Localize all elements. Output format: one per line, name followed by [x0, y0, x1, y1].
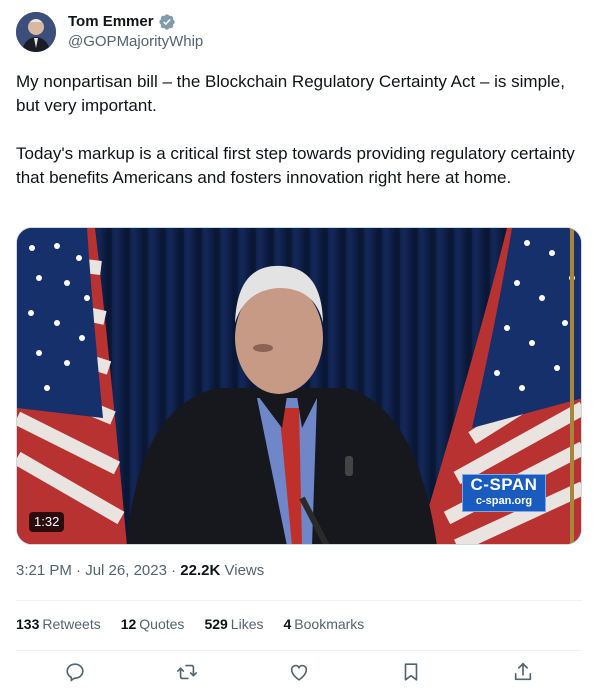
- video-duration-badge: 1:32: [29, 512, 65, 532]
- meta-separator: ·: [171, 562, 181, 579]
- engagement-stats: 133 Retweets 12 Quotes 529 Likes 4 Bookmarks: [16, 614, 364, 634]
- tweet-date[interactable]: Jul 26, 2023: [85, 562, 167, 579]
- tweet-meta: 3:21 PM · Jul 26, 2023 · 22.2K Views: [16, 561, 264, 581]
- likes-stat[interactable]: 529 Likes: [204, 614, 263, 634]
- divider: [16, 600, 582, 601]
- bookmarks-stat[interactable]: 4 Bookmarks: [283, 614, 364, 634]
- share-icon[interactable]: [511, 660, 535, 684]
- tweet-time[interactable]: 3:21 PM: [16, 562, 72, 579]
- tweet-paragraph-1: My nonpartisan bill – the Blockchain Reg…: [16, 72, 565, 115]
- meta-separator: ·: [76, 562, 86, 579]
- bookmark-icon[interactable]: [399, 660, 423, 684]
- handle[interactable]: @GOPMajorityWhip: [68, 32, 203, 52]
- video-player[interactable]: C-SPAN c-span.org 1:32: [16, 227, 582, 545]
- views-label: Views: [224, 562, 265, 579]
- views-count: 22.2K: [180, 562, 221, 579]
- verified-badge-icon: [158, 13, 176, 31]
- author-block: Tom Emmer @GOPMajorityWhip: [68, 12, 203, 52]
- action-bar: [16, 660, 582, 692]
- tweet-text: My nonpartisan bill – the Blockchain Reg…: [16, 70, 582, 190]
- display-name[interactable]: Tom Emmer: [68, 12, 154, 32]
- cspan-watermark: C-SPAN c-span.org: [462, 474, 546, 512]
- quotes-stat[interactable]: 12 Quotes: [121, 614, 185, 634]
- reply-icon[interactable]: [63, 660, 87, 684]
- like-icon[interactable]: [287, 660, 311, 684]
- retweets-stat[interactable]: 133 Retweets: [16, 614, 101, 634]
- tweet-paragraph-2: Today's markup is a critical first step …: [16, 144, 575, 187]
- retweet-icon[interactable]: [175, 660, 199, 684]
- divider: [16, 650, 582, 651]
- avatar[interactable]: [16, 12, 56, 52]
